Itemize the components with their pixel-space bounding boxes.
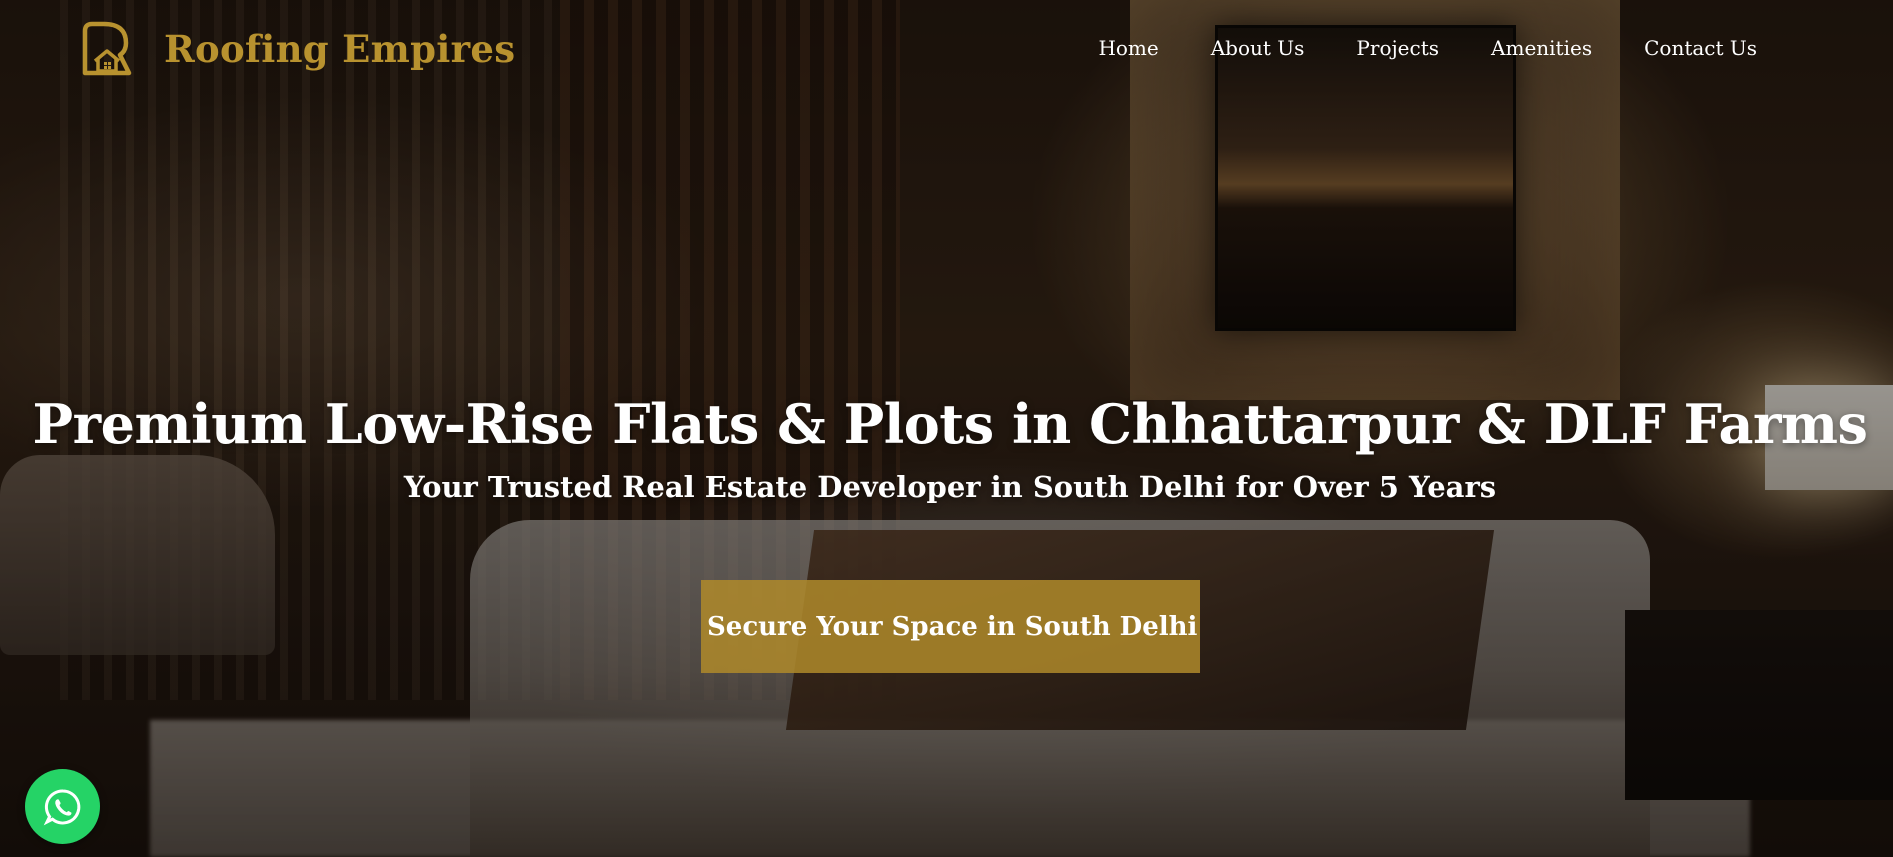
nav-item-about-us[interactable]: About Us <box>1211 36 1305 60</box>
brand-name: Roofing Empires <box>164 27 516 71</box>
hero-content: Premium Low-Rise Flats & Plots in Chhatt… <box>0 392 1893 504</box>
nav-item-amenities[interactable]: Amenities <box>1491 36 1592 60</box>
whatsapp-chat-button[interactable] <box>25 769 100 844</box>
site-header: Roofing Empires Home About Us Projects A… <box>0 0 1893 100</box>
hero-title: Premium Low-Rise Flats & Plots in Chhatt… <box>32 392 1868 456</box>
nav-item-home[interactable]: Home <box>1098 36 1158 60</box>
brand[interactable]: Roofing Empires <box>82 21 515 77</box>
house-outline-logo-icon <box>82 21 132 76</box>
hero-subtitle: Your Trusted Real Estate Developer in So… <box>403 470 1497 504</box>
main-nav: Home About Us Projects Amenities Contact… <box>1046 36 1757 60</box>
secure-space-cta-button[interactable]: Secure Your Space in South Delhi <box>701 580 1200 673</box>
whatsapp-icon <box>43 788 80 825</box>
nav-item-projects[interactable]: Projects <box>1356 36 1439 60</box>
nav-item-contact-us[interactable]: Contact Us <box>1644 36 1757 60</box>
